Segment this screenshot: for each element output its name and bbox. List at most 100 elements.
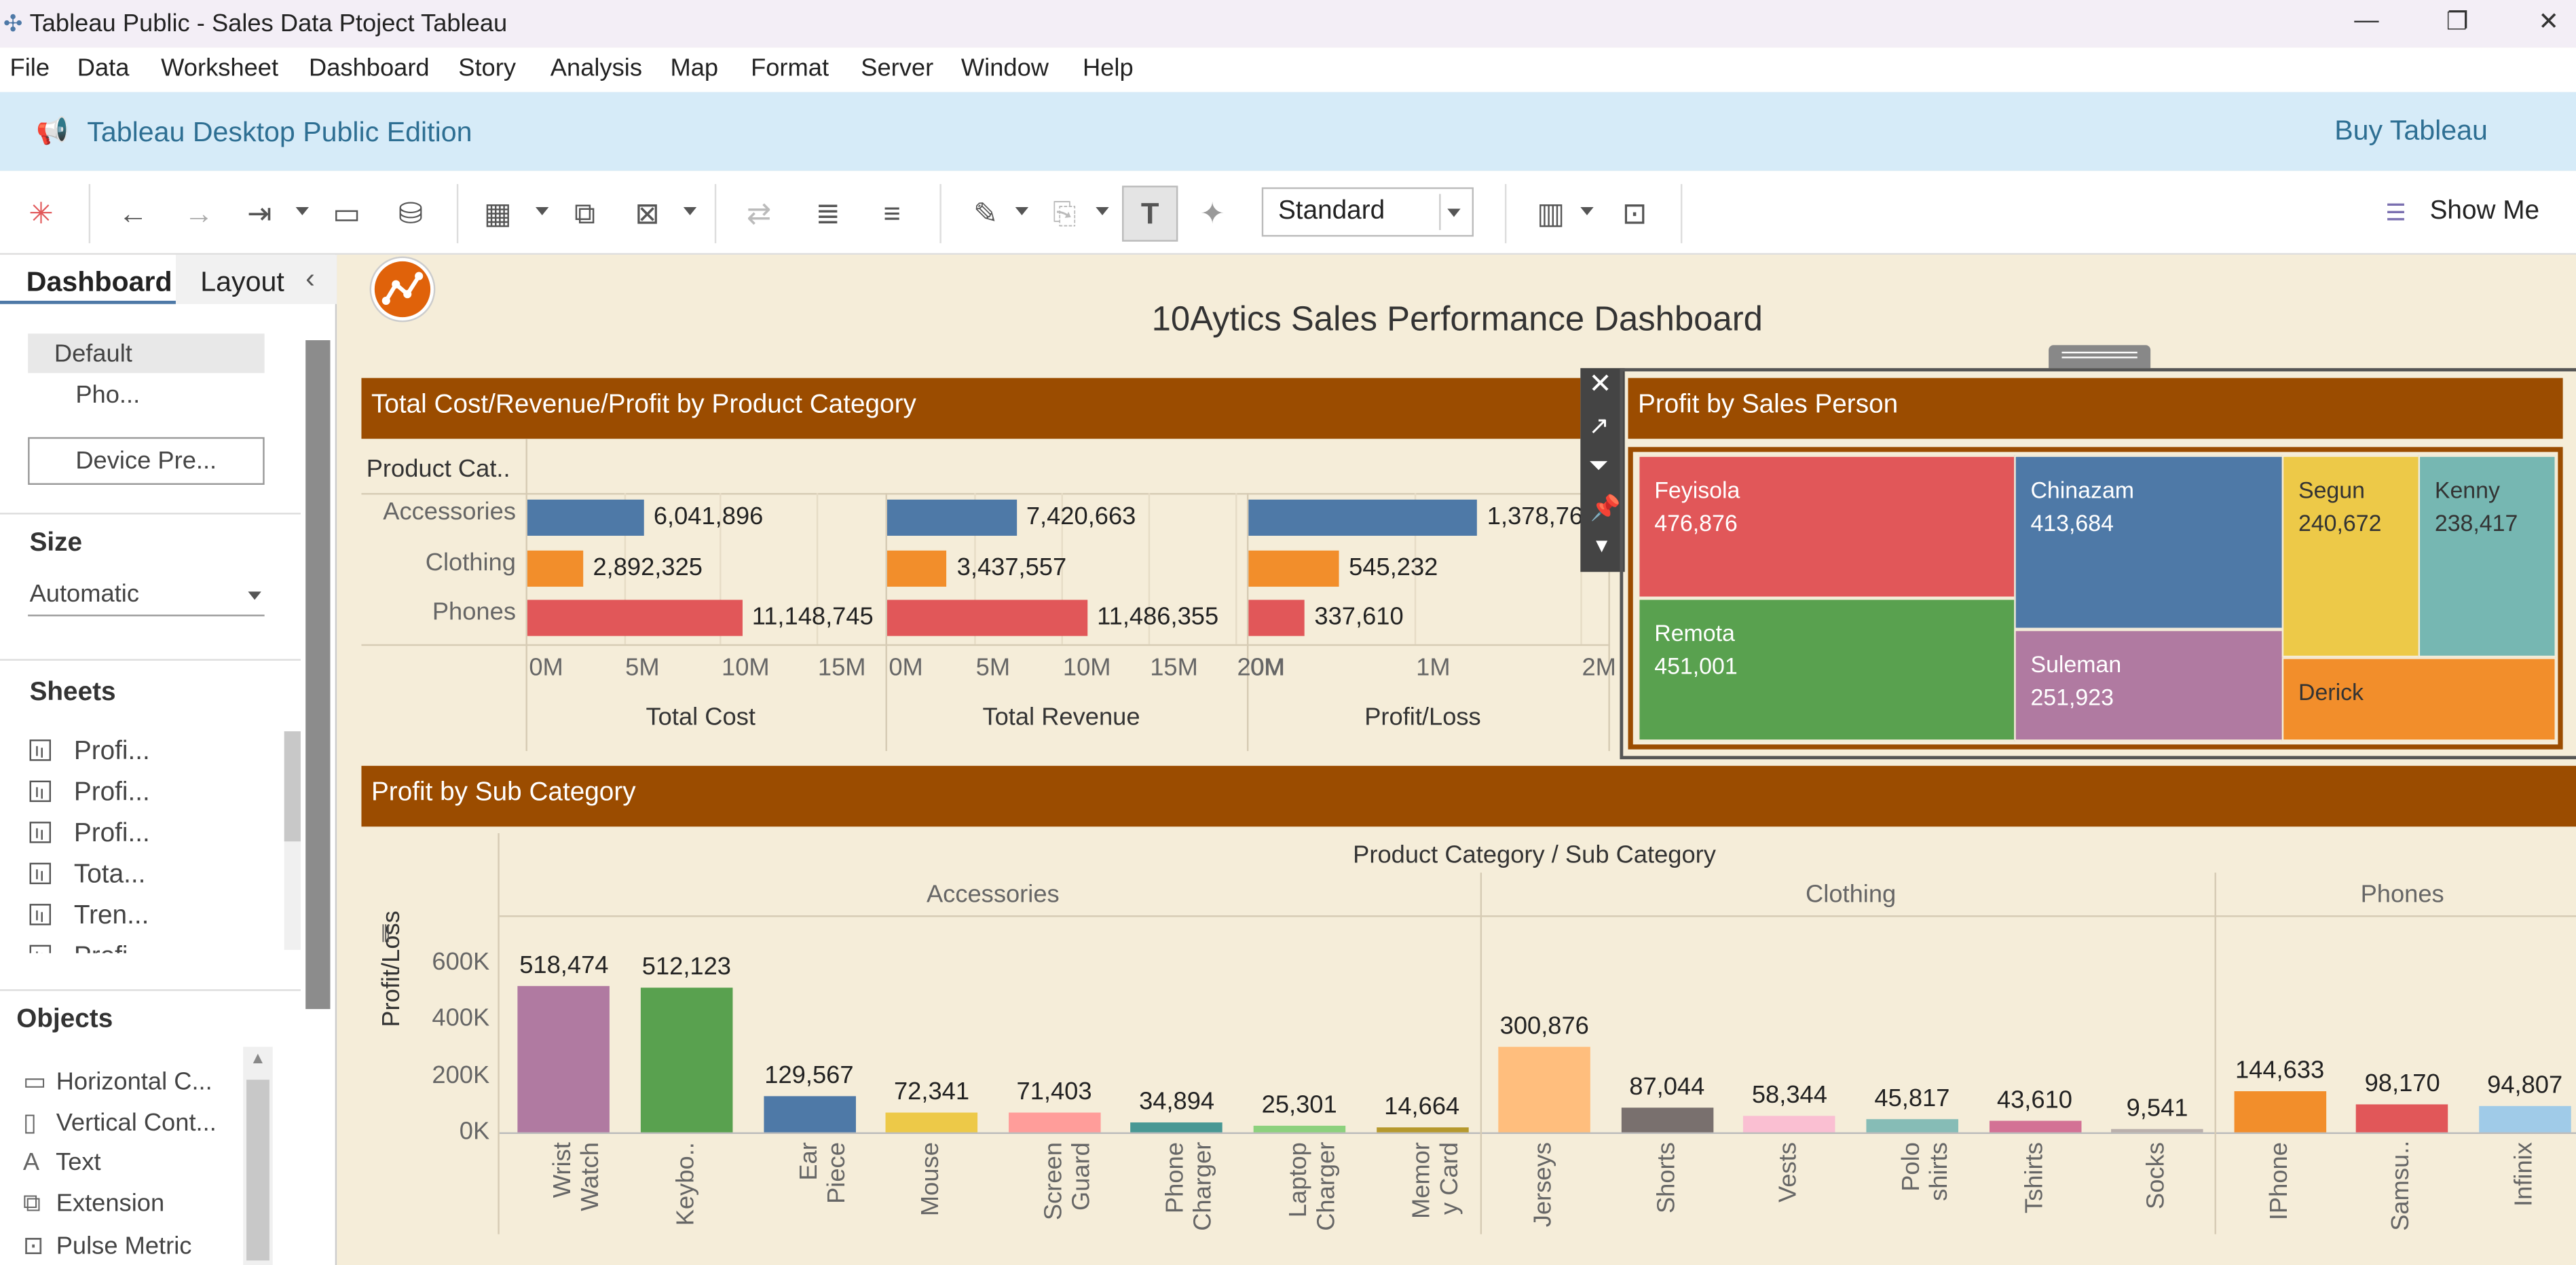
bar[interactable] [1866, 1119, 1958, 1133]
subcategory-label: Screen Guard [1039, 1142, 1096, 1221]
bar[interactable] [518, 986, 610, 1133]
swap-icon[interactable]: ⇄ [738, 194, 781, 234]
buy-tableau-link[interactable]: Buy Tableau [2334, 115, 2488, 147]
bar[interactable] [1008, 1112, 1100, 1133]
tab-dashboard[interactable]: Dashboard [0, 255, 176, 304]
go-to-sheet-icon[interactable]: ↗ [1588, 411, 1609, 440]
filter-icon[interactable]: ⏷ [1588, 452, 1608, 480]
menu-map[interactable]: Map [670, 54, 718, 82]
bar[interactable] [1248, 550, 1339, 587]
cards-icon[interactable]: ▥ [1529, 194, 1572, 234]
bar[interactable] [2111, 1129, 2203, 1133]
bar[interactable] [885, 1112, 978, 1133]
tab-layout[interactable]: Layout ‹ [175, 255, 337, 304]
sheet-item[interactable]: Profi... [29, 820, 150, 850]
bar[interactable] [2233, 1091, 2326, 1133]
device-preview-button[interactable]: Device Pre... [28, 437, 265, 485]
bar[interactable] [527, 499, 644, 536]
bar[interactable] [1248, 600, 1305, 636]
bar[interactable] [527, 600, 743, 636]
object-horizontal-container[interactable]: ▭ Horizontal C... [23, 1067, 212, 1096]
sort-descending-icon[interactable]: ≡ [871, 194, 914, 234]
drag-handle[interactable] [2049, 345, 2151, 369]
collapse-pane-icon[interactable]: ‹ [305, 263, 315, 295]
treemap-cell-chinazam[interactable]: Chinazam 413,684 [2014, 455, 2284, 629]
menu-server[interactable]: Server [861, 54, 933, 82]
menu-dashboard[interactable]: Dashboard [309, 54, 430, 82]
fit-select[interactable]: Standard [1261, 187, 1474, 237]
minimize-button[interactable]: — [2354, 7, 2378, 35]
presentation-icon[interactable]: ⊡ [1613, 194, 1656, 234]
objects-scrollbar[interactable]: ▲ [243, 1046, 273, 1265]
bar[interactable] [886, 499, 1017, 536]
close-icon[interactable]: ✕ [1588, 368, 1611, 401]
redo-icon[interactable]: → [177, 194, 220, 234]
sheet-item[interactable]: Tren... [29, 902, 149, 932]
highlight-icon[interactable]: ✎ [965, 194, 1007, 234]
bar[interactable] [1253, 1125, 1345, 1133]
bar[interactable] [1248, 499, 1478, 536]
bar[interactable] [886, 600, 1087, 636]
treemap-cell-kenny[interactable]: Kenny 238,417 [2418, 455, 2556, 658]
treemap-cell-suleman[interactable]: Suleman 251,923 [2014, 629, 2284, 741]
new-worksheet-icon[interactable]: ▦ [477, 194, 519, 234]
sheet-item[interactable]: Profi... [29, 738, 150, 768]
size-select[interactable]: Automatic [28, 577, 265, 617]
menu-format[interactable]: Format [751, 54, 829, 82]
sheet-item[interactable]: Profi... [29, 779, 150, 809]
menu-worksheet[interactable]: Worksheet [161, 54, 278, 82]
object-vertical-container[interactable]: ▯ Vertical Cont... [23, 1107, 217, 1137]
bar[interactable] [2356, 1104, 2448, 1133]
bar[interactable] [1375, 1128, 1468, 1133]
bar[interactable] [763, 1095, 855, 1133]
bar[interactable] [1621, 1107, 1713, 1133]
device-phone[interactable]: Pho... [75, 382, 140, 409]
save-icon[interactable]: ▭ [325, 194, 368, 234]
pin-axis-icon[interactable]: ✦ [1191, 194, 1234, 234]
treemap-cell-feyisola[interactable]: Feyisola 476,876 [1638, 455, 2016, 598]
sort-ascending-icon[interactable]: ≣ [806, 194, 849, 234]
group-icon[interactable]: ⎘ [1043, 194, 1086, 234]
more-options-icon[interactable]: ▼ [1592, 534, 1611, 557]
treemap-cell-segun[interactable]: Segun 240,672 [2281, 455, 2421, 658]
bar-value-label: 6,041,896 [653, 502, 764, 531]
close-button[interactable]: ✕ [2538, 7, 2558, 36]
menu-file[interactable]: File [10, 54, 50, 82]
sheet-item[interactable]: Tota... [29, 861, 145, 891]
tableau-home-icon[interactable]: ✳ [20, 194, 62, 234]
show-labels-icon[interactable]: T [1122, 185, 1178, 242]
new-data-source-icon[interactable]: ⛁ [390, 194, 432, 234]
replay-icon[interactable]: ⇥ [238, 194, 281, 234]
restore-button[interactable]: ❐ [2446, 7, 2469, 36]
menu-story[interactable]: Story [458, 54, 516, 82]
scroll-up-icon[interactable]: ▲ [250, 1050, 266, 1069]
left-pane-scrollbar[interactable] [305, 340, 331, 1010]
pin-icon[interactable]: 📌 [1590, 493, 1621, 523]
device-default[interactable]: Default [28, 333, 265, 373]
menu-analysis[interactable]: Analysis [550, 54, 642, 82]
treemap-cell-derick[interactable]: Derick [2281, 657, 2556, 741]
object-text[interactable]: A Text [23, 1149, 101, 1177]
object-extension[interactable]: ⧉ Extension [23, 1190, 164, 1217]
duplicate-sheet-icon[interactable]: ⧉ [563, 194, 606, 234]
menu-help[interactable]: Help [1083, 54, 1134, 82]
bar[interactable] [1498, 1047, 1591, 1133]
menu-window[interactable]: Window [961, 54, 1049, 82]
clear-sheet-icon[interactable]: ⊠ [626, 194, 669, 234]
window-title-bar: ✣ Tableau Public - Sales Data Ptoject Ta… [0, 0, 2576, 48]
bar[interactable] [886, 550, 948, 587]
gridline [1235, 493, 1237, 644]
sort-axis-icon[interactable]: ⫼ [381, 922, 390, 947]
sheet-item[interactable]: Profi... [29, 943, 150, 953]
bar[interactable] [1130, 1122, 1223, 1133]
bar[interactable] [1743, 1116, 1836, 1133]
bar[interactable] [1988, 1120, 2081, 1133]
object-pulse-metric[interactable]: ⊡ Pulse Metric [23, 1231, 192, 1260]
bar[interactable] [2478, 1105, 2571, 1133]
bar[interactable] [640, 987, 733, 1133]
menu-data[interactable]: Data [77, 54, 130, 82]
treemap-cell-remota[interactable]: Remota 451,001 [1638, 598, 2016, 741]
bar[interactable] [527, 550, 583, 587]
undo-icon[interactable]: ← [112, 194, 155, 234]
sheets-scrollbar[interactable] [284, 731, 301, 950]
